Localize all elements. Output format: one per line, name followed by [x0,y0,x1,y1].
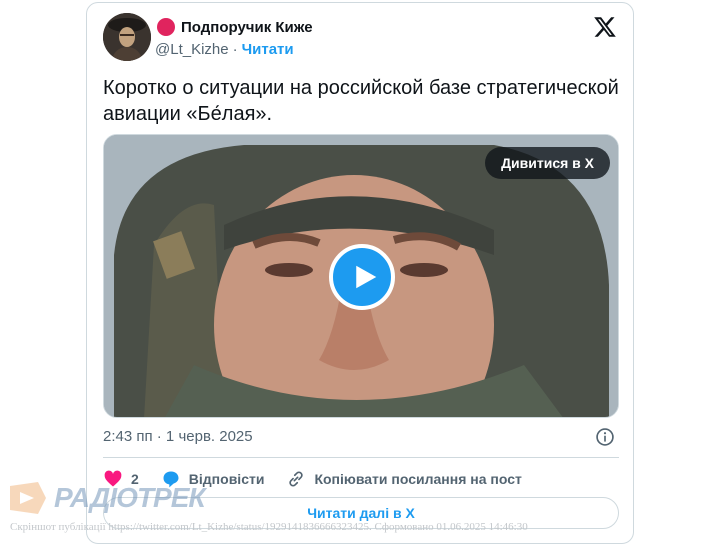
x-logo-icon[interactable] [593,15,617,39]
avatar-portrait [103,13,151,61]
author-handle[interactable]: @Lt_Kizhe [155,41,229,58]
handle-separator: · [232,41,238,58]
status-dot-icon [157,18,175,36]
tweet-timestamp[interactable]: 2:43 пп · 1 черв. 2025 [103,428,253,445]
copy-link-label: Копіювати посилання на пост [314,471,522,487]
avatar[interactable] [103,13,151,61]
copy-link-button[interactable]: Копіювати посилання на пост [286,469,522,489]
play-icon [355,265,376,289]
embedded-tweet-card: Подпоручик Киже @Lt_Kizhe · Читати Корот… [86,2,634,544]
watch-on-x-button[interactable]: Дивитися в X [485,147,610,179]
screenshot-note: Скріншот публікації https://twitter.com/… [10,521,528,533]
follow-link[interactable]: Читати [242,41,294,58]
watermark-logo: РАДІОТРЕК [8,480,206,516]
tweet-text: Коротко о ситуации на российской базе ст… [103,77,619,125]
author-display-name[interactable]: Подпоручик Киже [181,19,313,36]
info-icon[interactable] [595,427,615,447]
author-name-row: Подпоручик Киже [157,17,313,37]
link-icon [289,471,304,487]
divider [103,457,619,458]
watermark-logo-text: РАДІОТРЕК [54,482,206,513]
radio-logo-icon [10,482,46,514]
author-handle-row: @Lt_Kizhe · Читати [155,41,294,58]
play-button[interactable] [329,244,395,310]
video-player[interactable]: Дивитися в X [103,134,619,418]
